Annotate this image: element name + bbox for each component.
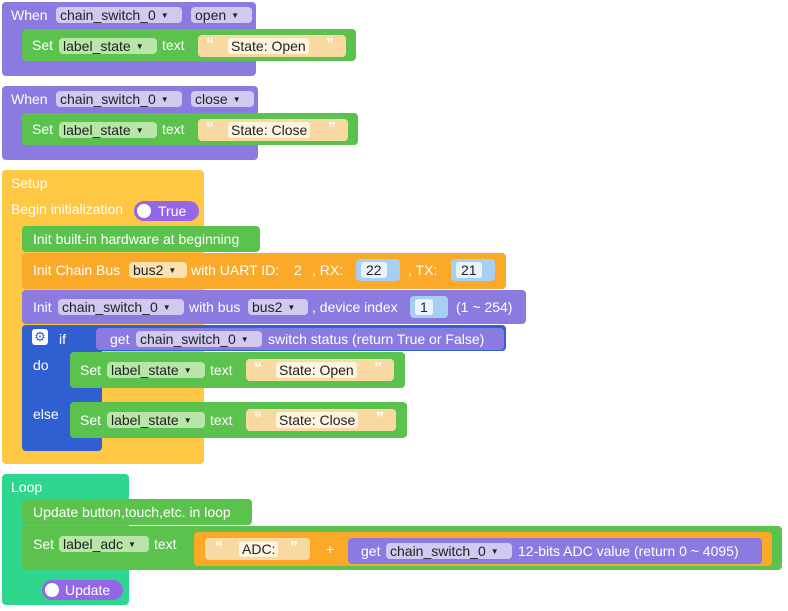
string-value[interactable]: State: Close	[276, 412, 359, 428]
rx-value[interactable]: 22	[361, 262, 387, 278]
chevron-down-icon: ▼	[232, 95, 241, 105]
device-index-label: , device index	[312, 299, 398, 315]
set-label: Set	[32, 121, 54, 137]
string-value[interactable]: State: Open	[228, 38, 309, 54]
chevron-down-icon: ▼	[231, 11, 240, 21]
string-block[interactable]: “ State: Open ”	[246, 359, 394, 381]
rx-label: , RX:	[312, 262, 344, 278]
chevron-down-icon: ▼	[168, 266, 177, 276]
quote-open-icon: “	[254, 360, 262, 377]
chevron-down-icon: ▼	[490, 547, 499, 557]
target-label-dropdown[interactable]: label_adc ▼	[59, 536, 149, 552]
text-label: text	[210, 412, 233, 428]
string-block[interactable]: “ State: Close ”	[198, 119, 348, 141]
event-when-label: When	[11, 91, 48, 107]
switch-status-label: switch status (return True or False)	[268, 331, 485, 347]
event-type-dropdown[interactable]: open ▼	[191, 7, 252, 23]
quote-close-icon: ”	[374, 360, 382, 377]
set-label: Set	[80, 412, 102, 428]
init-label: Init	[33, 299, 52, 315]
get-label: get	[110, 331, 130, 347]
text-label: text	[162, 121, 185, 137]
adc-value-label: 12-bits ADC value (return 0 ~ 4095)	[518, 543, 739, 559]
update-loop-label: Update button,touch,etc. in loop	[33, 504, 231, 520]
chevron-down-icon: ▼	[160, 11, 169, 21]
bus-dropdown[interactable]: bus2 ▼	[248, 299, 308, 315]
chevron-down-icon: ▼	[162, 303, 171, 313]
device-index-value[interactable]: 1	[415, 299, 433, 315]
quote-close-icon: ”	[326, 36, 334, 53]
quote-close-icon: ”	[290, 539, 298, 556]
loop-title: Loop	[11, 479, 43, 495]
begin-init-label: Begin initialization	[11, 201, 124, 217]
device-dropdown[interactable]: chain_switch_0 ▼	[136, 331, 262, 347]
else-label: else	[33, 406, 59, 422]
target-label-dropdown[interactable]: label_state ▼	[59, 122, 157, 138]
device-index-block[interactable]: 1	[410, 296, 448, 318]
toggle-knob-icon	[45, 583, 59, 597]
quote-open-icon: “	[215, 539, 223, 556]
device-index-range: (1 ~ 254)	[456, 299, 513, 315]
event-device-dropdown[interactable]: chain_switch_0 ▼	[56, 91, 182, 107]
chevron-down-icon: ▼	[287, 303, 296, 313]
plus-operator: +	[326, 541, 335, 557]
get-label: get	[361, 543, 381, 559]
string-value[interactable]: State: Open	[276, 362, 357, 378]
chevron-down-icon: ▼	[240, 335, 249, 345]
tx-value[interactable]: 21	[456, 262, 482, 278]
chevron-down-icon: ▼	[135, 42, 144, 52]
toggle-knob-icon	[137, 204, 151, 218]
bus-dropdown[interactable]: bus2 ▼	[129, 262, 187, 278]
event-device-dropdown[interactable]: chain_switch_0 ▼	[56, 7, 182, 23]
string-value[interactable]: ADC:	[239, 541, 279, 557]
quote-open-icon: “	[206, 36, 214, 53]
device-dropdown[interactable]: chain_switch_0 ▼	[58, 299, 184, 315]
quote-close-icon: ”	[376, 410, 384, 427]
set-label: Set	[32, 37, 54, 53]
uart-id-label: with UART ID:	[191, 262, 280, 278]
chevron-down-icon: ▼	[183, 366, 192, 376]
string-block[interactable]: “ State: Close ”	[246, 409, 396, 431]
tx-number-block[interactable]: 21	[451, 259, 495, 281]
event-when-label: When	[11, 7, 48, 23]
target-label-dropdown[interactable]: label_state ▼	[107, 412, 205, 428]
if-label: if	[59, 331, 66, 347]
init-chain-bus-label: Init Chain Bus	[33, 262, 121, 278]
chevron-down-icon: ▼	[183, 416, 192, 426]
string-block[interactable]: “ ADC: ”	[205, 538, 310, 560]
setup-title: Setup	[11, 175, 48, 191]
uart-id-value[interactable]: 2	[294, 261, 302, 279]
device-dropdown[interactable]: chain_switch_0 ▼	[386, 543, 512, 559]
with-bus-label: with bus	[189, 299, 241, 315]
event-type-dropdown[interactable]: close ▼	[191, 91, 254, 107]
chevron-down-icon: ▼	[160, 95, 169, 105]
text-label: text	[154, 536, 177, 552]
quote-open-icon: “	[254, 410, 262, 427]
begin-init-toggle[interactable]: True	[134, 201, 199, 221]
set-label: Set	[80, 362, 102, 378]
set-label: Set	[33, 536, 55, 552]
do-label: do	[33, 357, 49, 373]
tx-label: , TX:	[408, 262, 438, 278]
update-toggle[interactable]: Update	[42, 580, 123, 600]
target-label-dropdown[interactable]: label_state ▼	[107, 362, 205, 378]
quote-close-icon: ”	[328, 120, 336, 137]
rx-number-block[interactable]: 22	[356, 259, 400, 281]
chevron-down-icon: ▼	[127, 540, 136, 550]
gear-icon[interactable]: ⚙	[32, 329, 48, 345]
chevron-down-icon: ▼	[135, 126, 144, 136]
string-block[interactable]: “ State: Open ”	[198, 35, 346, 57]
target-label-dropdown[interactable]: label_state ▼	[59, 38, 157, 54]
string-value[interactable]: State: Close	[228, 122, 311, 138]
quote-open-icon: “	[206, 120, 214, 137]
text-label: text	[210, 362, 233, 378]
text-label: text	[162, 37, 185, 53]
init-builtin-label: Init built-in hardware at beginning	[33, 231, 240, 247]
